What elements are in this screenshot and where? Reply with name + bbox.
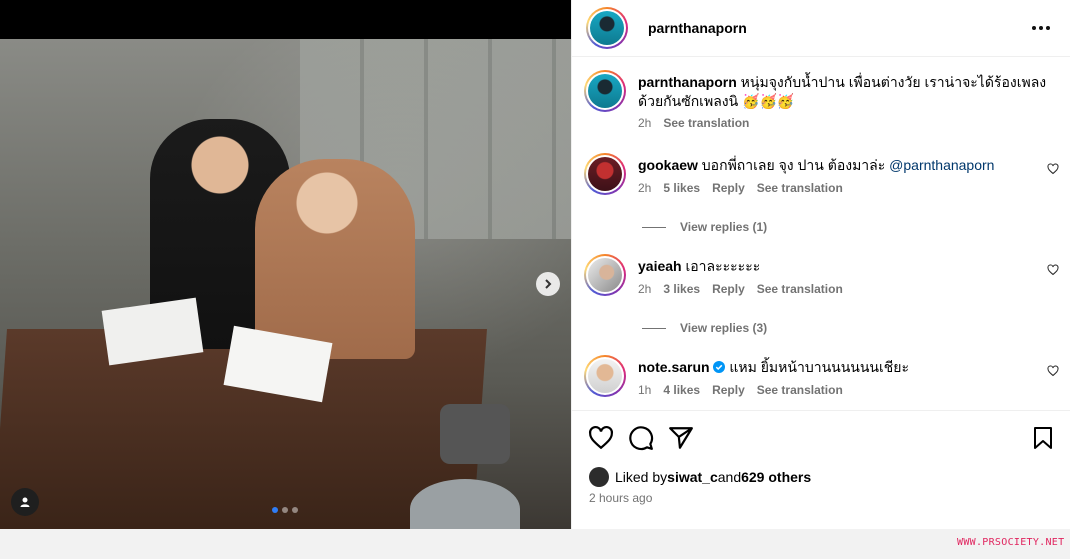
liker-avatar[interactable]	[589, 467, 609, 487]
tagged-users-button[interactable]	[11, 488, 39, 516]
likes-others[interactable]: 629 others	[741, 469, 811, 485]
save-bookmark-icon[interactable]	[1031, 426, 1055, 450]
like-comment-heart-icon[interactable]	[1047, 264, 1059, 276]
user-icon	[20, 497, 30, 507]
carousel-next-button[interactable]	[536, 272, 560, 296]
post-media	[0, 0, 571, 529]
photo-stove	[440, 404, 510, 464]
comment-likes[interactable]: 3 likes	[663, 282, 700, 296]
comment-avatar-ring[interactable]	[584, 355, 626, 397]
view-replies-button[interactable]: View replies (3)	[642, 321, 767, 335]
comment-text: เอาละะะะะะ	[685, 258, 761, 274]
post-side-panel: parnthanaporn parnthanaporn หนุ่มจุงกับน…	[571, 0, 1070, 529]
post-timestamp[interactable]: 2 hours ago	[589, 491, 1070, 505]
avatar	[590, 11, 624, 45]
post-header: parnthanaporn	[572, 0, 1070, 57]
carousel-indicator	[272, 507, 298, 513]
carousel-dot	[282, 507, 288, 513]
verified-badge-icon	[713, 361, 726, 373]
caption-avatar-ring[interactable]	[584, 70, 626, 112]
see-translation-button[interactable]: See translation	[757, 383, 843, 397]
view-replies-button[interactable]: View replies (1)	[642, 220, 767, 234]
reply-button[interactable]: Reply	[712, 181, 745, 195]
carousel-dot	[272, 507, 278, 513]
comment-item: gookaew บอกพี่ถาเลย จุง ปาน ต้องมาล่ะ @p…	[584, 153, 1059, 195]
see-translation-button[interactable]: See translation	[663, 116, 749, 130]
avatar	[588, 258, 622, 292]
like-comment-heart-icon[interactable]	[1047, 163, 1059, 175]
avatar	[588, 74, 622, 108]
comment-username[interactable]: gookaew	[638, 157, 698, 173]
likes-and: and	[717, 469, 742, 485]
carousel-dot	[292, 507, 298, 513]
comment-username[interactable]: note.sarun	[638, 359, 710, 375]
chevron-right-icon	[545, 279, 552, 289]
post-actions: Liked by siwat_c and 629 others 2 hours …	[572, 410, 1070, 529]
comment-text: แหม ยิ้มหน้าบานนนนนนเชียะ	[729, 359, 910, 375]
replies-divider	[642, 327, 666, 329]
liker-username[interactable]: siwat_c	[667, 469, 718, 485]
instagram-post: parnthanaporn parnthanaporn หนุ่มจุงกับน…	[0, 0, 1070, 529]
caption: parnthanaporn หนุ่มจุงกับน้ำปาน เพื่อนต่…	[584, 70, 1059, 130]
comment-text: บอกพี่ถาเลย จุง ปาน ต้องมาล่ะ	[701, 157, 890, 173]
avatar	[588, 359, 622, 393]
likes-summary: Liked by siwat_c and 629 others	[589, 467, 1070, 487]
likes-prefix: Liked by	[615, 469, 668, 485]
author-avatar-ring[interactable]	[586, 7, 628, 49]
view-replies-label: View replies (1)	[680, 220, 768, 234]
more-options-button[interactable]	[1026, 20, 1056, 36]
comment-time[interactable]: 2h	[638, 282, 651, 296]
comment-icon[interactable]	[628, 425, 654, 451]
see-translation-button[interactable]: See translation	[757, 282, 843, 296]
like-comment-heart-icon[interactable]	[1047, 365, 1059, 377]
post-photo[interactable]	[0, 39, 571, 529]
comment-avatar-ring[interactable]	[584, 153, 626, 195]
comment-avatar-ring[interactable]	[584, 254, 626, 296]
comment-time[interactable]: 2h	[638, 181, 651, 195]
more-icon	[1032, 26, 1036, 30]
author-username[interactable]: parnthanaporn	[648, 20, 747, 36]
view-replies-label: View replies (3)	[680, 321, 768, 335]
photo-person-woman	[255, 159, 415, 359]
like-heart-icon[interactable]	[588, 425, 614, 451]
comments-section: parnthanaporn หนุ่มจุงกับน้ำปาน เพื่อนต่…	[572, 58, 1070, 410]
share-icon[interactable]	[668, 425, 694, 451]
caption-username[interactable]: parnthanaporn	[638, 74, 737, 90]
comment-mention[interactable]: @parnthanaporn	[889, 157, 994, 173]
comment-likes[interactable]: 5 likes	[663, 181, 700, 195]
comment-item: yaieah เอาละะะะะะ 2h 3 likes Reply See t…	[584, 254, 1059, 296]
photo-pot	[410, 479, 520, 529]
comment-time[interactable]: 1h	[638, 383, 651, 397]
avatar	[588, 157, 622, 191]
watermark: WWW.PRSOCIETY.NET	[957, 537, 1065, 548]
comment-username[interactable]: yaieah	[638, 258, 682, 274]
comment-likes[interactable]: 4 likes	[663, 383, 700, 397]
reply-button[interactable]: Reply	[712, 282, 745, 296]
comment-item: note.sarun แหม ยิ้มหน้าบานนนนนนเชียะ 1h …	[584, 355, 1059, 397]
caption-time[interactable]: 2h	[638, 116, 651, 130]
reply-button[interactable]: Reply	[712, 383, 745, 397]
see-translation-button[interactable]: See translation	[757, 181, 843, 195]
replies-divider	[642, 226, 666, 228]
